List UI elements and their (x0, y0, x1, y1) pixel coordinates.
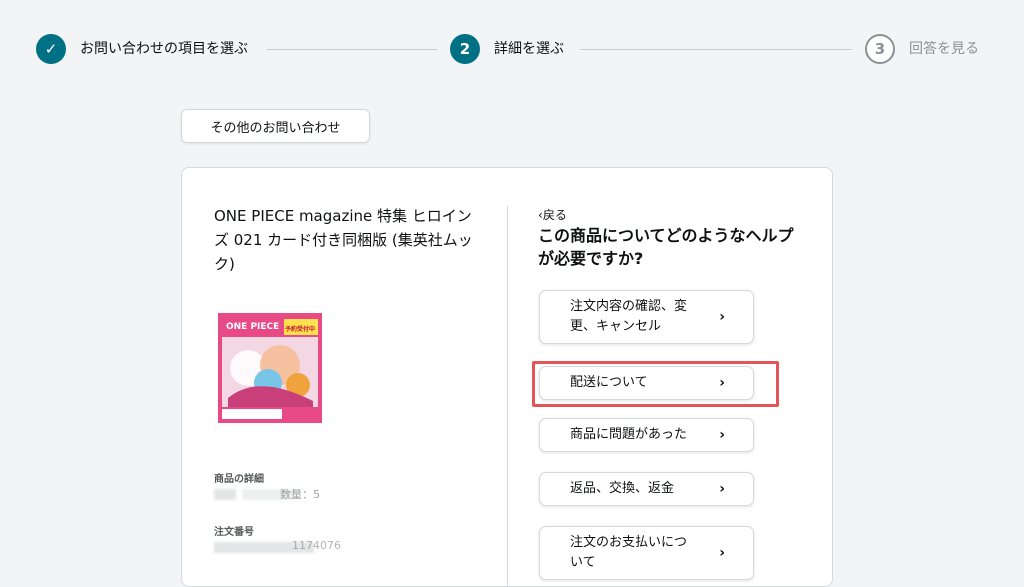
help-heading: この商品についてどのようなヘルプが必要ですか? (538, 226, 794, 268)
other-inquiry-button[interactable]: その他のお問い合わせ (181, 109, 370, 143)
back-link-label: 戻る (542, 208, 567, 222)
redacted-detail (214, 489, 236, 500)
chevron-right-icon: › (719, 481, 725, 497)
product-title: ONE PIECE magazine 特集 ヒロインズ 021 カード付き同梱版… (214, 207, 473, 273)
option-order-changes-button[interactable]: 注文内容の確認、変更、キャンセル › (539, 290, 754, 344)
option-product-problem-button[interactable]: 商品に問題があった › (539, 418, 754, 452)
option-label: 注文のお支払いについて (570, 535, 688, 570)
option-label: 注文内容の確認、変更、キャンセル (570, 299, 688, 334)
option-payment-button[interactable]: 注文のお支払いについて › (539, 526, 754, 580)
product-cover-logo: ONE PIECE (226, 322, 279, 332)
chevron-right-icon: › (719, 375, 725, 391)
option-shipping-button[interactable]: 配送について › (539, 366, 754, 400)
card-divider (507, 206, 508, 586)
chevron-right-icon: › (719, 309, 725, 325)
inquiry-card: ONE PIECE magazine 特集 ヒロインズ 021 カード付き同梱版… (181, 167, 833, 587)
option-label: 商品に問題があった (570, 427, 688, 442)
product-detail-fragment: 数量：5 (280, 488, 320, 501)
product-details-label: 商品の詳細 (214, 474, 264, 485)
step-2-label: 詳細を選ぶ (494, 41, 564, 57)
order-number-fragment: 1174076 (292, 539, 341, 552)
step-1-label: お問い合わせの項目を選ぶ (80, 41, 248, 57)
order-number-label: 注文番号 (214, 527, 254, 538)
step-1-check-icon: ✓ (36, 34, 66, 64)
chevron-right-icon: › (719, 427, 725, 443)
option-returns-button[interactable]: 返品、交換、返金 › (539, 472, 754, 506)
option-label: 配送について (570, 375, 648, 390)
step-2-number: 2 (450, 34, 480, 64)
step-connector (267, 49, 437, 50)
option-label: 返品、交換、返金 (570, 481, 675, 496)
step-3-label: 回答を見る (909, 41, 979, 57)
step-3-number: 3 (865, 34, 895, 64)
chevron-right-icon: › (719, 545, 725, 561)
product-cover-image: ONE PIECE 予約受付中 (218, 313, 322, 423)
step-connector (580, 49, 852, 50)
product-cover-banner: 予約受付中 (285, 325, 315, 333)
back-link[interactable]: ‹戻る (538, 206, 567, 223)
progress-stepper: ✓ お問い合わせの項目を選ぶ 2 詳細を選ぶ 3 回答を見る (0, 0, 1024, 100)
